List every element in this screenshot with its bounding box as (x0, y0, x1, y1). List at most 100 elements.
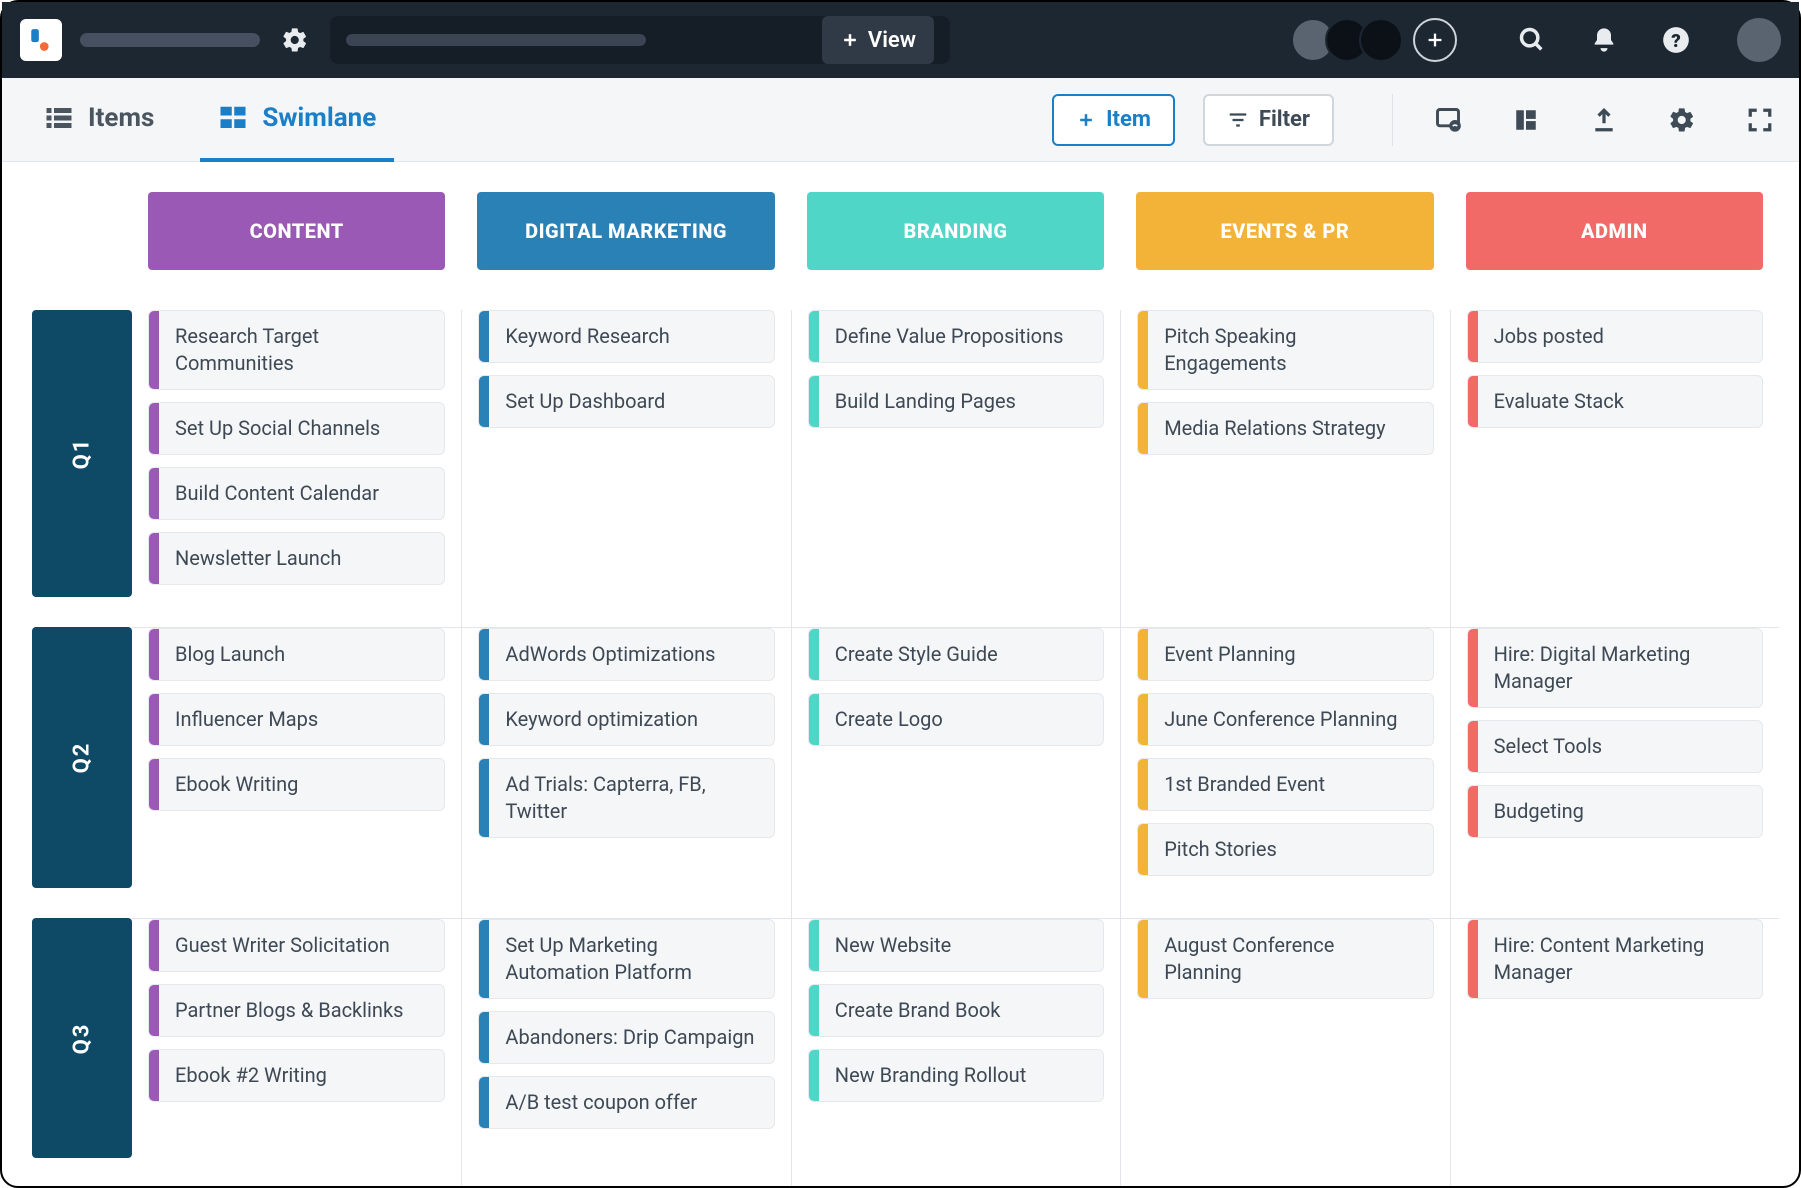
grid-icon (218, 103, 248, 133)
card-stripe (479, 920, 489, 998)
swimlane-card[interactable]: Set Up Social Channels (148, 402, 445, 455)
column-header-digital-marketing[interactable]: DIGITAL MARKETING (477, 192, 774, 270)
swimlane-card[interactable]: Define Value Propositions (808, 310, 1104, 363)
card-title: A/B test coupon offer (489, 1077, 773, 1128)
swimlane-card[interactable]: Create Style Guide (808, 628, 1104, 681)
swimlane-card[interactable]: Ebook #2 Writing (148, 1049, 445, 1102)
card-stripe (479, 1012, 489, 1063)
row-header-q1[interactable]: Q1 (32, 310, 132, 597)
settings-icon[interactable] (1667, 105, 1697, 135)
card-title: Media Relations Strategy (1148, 403, 1432, 454)
swimlane-card[interactable]: Evaluate Stack (1467, 375, 1763, 428)
export-icon[interactable] (1589, 105, 1619, 135)
swimlane-cell: Keyword Research Set Up Dashboard (461, 310, 790, 627)
card-stripe (1468, 629, 1478, 707)
add-item-button[interactable]: Item (1052, 94, 1175, 146)
card-title: Influencer Maps (159, 694, 444, 745)
swimlane-card[interactable]: New Branding Rollout (808, 1049, 1104, 1102)
swimlane-card[interactable]: Partner Blogs & Backlinks (148, 984, 445, 1037)
card-stripe (479, 1077, 489, 1128)
card-title: Create Brand Book (819, 985, 1103, 1036)
row-header-q3[interactable]: Q3 (32, 918, 132, 1158)
swimlane-card[interactable]: Pitch Speaking Engagements (1137, 310, 1433, 390)
card-title: Guest Writer Solicitation (159, 920, 444, 971)
column-header-content[interactable]: CONTENT (148, 192, 445, 270)
profile-avatar[interactable] (1737, 18, 1781, 62)
card-title: Blog Launch (159, 629, 444, 680)
view-button[interactable]: View (822, 16, 934, 64)
card-title: Set Up Dashboard (489, 376, 773, 427)
card-title: Set Up Social Channels (159, 403, 444, 454)
workspace-name-placeholder[interactable] (80, 33, 260, 47)
swimlane-card[interactable]: Set Up Dashboard (478, 375, 774, 428)
swimlane-cell: AdWords Optimizations Keyword optimizatio… (461, 627, 790, 918)
notifications-icon[interactable] (1589, 25, 1619, 55)
avatar[interactable] (1359, 18, 1403, 62)
swimlane-card[interactable]: Research Target Communities (148, 310, 445, 390)
swimlane-card[interactable]: Newsletter Launch (148, 532, 445, 585)
svg-text:?: ? (1671, 30, 1681, 52)
swimlane-card[interactable]: Keyword Research (478, 310, 774, 363)
swimlane-card[interactable]: June Conference Planning (1137, 693, 1433, 746)
card-stripe (1138, 629, 1148, 680)
card-title: Ad Trials: Capterra, FB, Twitter (489, 759, 773, 837)
fullscreen-icon[interactable] (1745, 105, 1775, 135)
swimlane-card[interactable]: Blog Launch (148, 628, 445, 681)
swimlane-cell: Research Target Communities Set Up Social… (132, 310, 461, 627)
swimlane-card[interactable]: Abandoners: Drip Campaign (478, 1011, 774, 1064)
tab-items[interactable]: Items (26, 78, 172, 162)
swimlane-card[interactable]: Create Brand Book (808, 984, 1104, 1037)
swimlane-cell: Jobs posted Evaluate Stack (1450, 310, 1779, 627)
swimlane-card[interactable]: New Website (808, 919, 1104, 972)
swimlane-board: CONTENT DIGITAL MARKETING BRANDING EVENTS &… (2, 162, 1799, 1186)
column-header-admin[interactable]: ADMIN (1466, 192, 1763, 270)
settings-gear-icon[interactable] (278, 23, 312, 57)
help-icon[interactable]: ? (1661, 25, 1691, 55)
swimlane-card[interactable]: Select Tools (1467, 720, 1763, 773)
link-view-icon[interactable] (1433, 105, 1463, 135)
card-stripe (479, 629, 489, 680)
swimlane-card[interactable]: August Conference Planning (1137, 919, 1433, 999)
add-member-button[interactable] (1413, 18, 1457, 62)
swimlane-card[interactable]: Build Landing Pages (808, 375, 1104, 428)
card-stripe (809, 985, 819, 1036)
swimlane-card[interactable]: Create Logo (808, 693, 1104, 746)
row-header-label: Q1 (69, 438, 94, 470)
layout-icon[interactable] (1511, 105, 1541, 135)
swimlane-card[interactable]: Event Planning (1137, 628, 1433, 681)
swimlane-card[interactable]: Keyword optimization (478, 693, 774, 746)
row-header-q2[interactable]: Q2 (32, 627, 132, 888)
column-header-branding[interactable]: BRANDING (807, 192, 1104, 270)
swimlane-card[interactable]: A/B test coupon offer (478, 1076, 774, 1129)
swimlane-cell: Set Up Marketing Automation Platform Aban… (461, 918, 790, 1186)
swimlane-card[interactable]: Jobs posted (1467, 310, 1763, 363)
swimlane-card[interactable]: Hire: Content Marketing Manager (1467, 919, 1763, 999)
swimlane-card[interactable]: Budgeting (1467, 785, 1763, 838)
card-title: Pitch Speaking Engagements (1148, 311, 1432, 389)
swimlane-card[interactable]: Guest Writer Solicitation (148, 919, 445, 972)
swimlane-card[interactable]: AdWords Optimizations (478, 628, 774, 681)
swimlane-card[interactable]: Pitch Stories (1137, 823, 1433, 876)
swimlane-card[interactable]: Ad Trials: Capterra, FB, Twitter (478, 758, 774, 838)
card-title: Jobs posted (1478, 311, 1762, 362)
card-title: Build Landing Pages (819, 376, 1103, 427)
swimlane-cell: New Website Create Brand Book New Branding… (791, 918, 1120, 1186)
global-search[interactable]: View (330, 16, 950, 64)
swimlane-card[interactable]: Hire: Digital Marketing Manager (1467, 628, 1763, 708)
search-icon[interactable] (1517, 25, 1547, 55)
card-stripe (1138, 311, 1148, 389)
swimlane-card[interactable]: Build Content Calendar (148, 467, 445, 520)
swimlane-card[interactable]: Media Relations Strategy (1137, 402, 1433, 455)
swimlane-card[interactable]: Influencer Maps (148, 693, 445, 746)
swimlane-cell: Create Style Guide Create Logo (791, 627, 1120, 918)
card-title: Newsletter Launch (159, 533, 444, 584)
tab-swimlane[interactable]: Swimlane (200, 78, 394, 162)
filter-button[interactable]: Filter (1203, 94, 1334, 146)
card-title: AdWords Optimizations (489, 629, 773, 680)
swimlane-card[interactable]: 1st Branded Event (1137, 758, 1433, 811)
swimlane-card[interactable]: Ebook Writing (148, 758, 445, 811)
card-title: Define Value Propositions (819, 311, 1103, 362)
swimlane-card[interactable]: Set Up Marketing Automation Platform (478, 919, 774, 999)
app-logo[interactable] (20, 19, 62, 61)
column-header-events-pr[interactable]: EVENTS & PR (1136, 192, 1433, 270)
